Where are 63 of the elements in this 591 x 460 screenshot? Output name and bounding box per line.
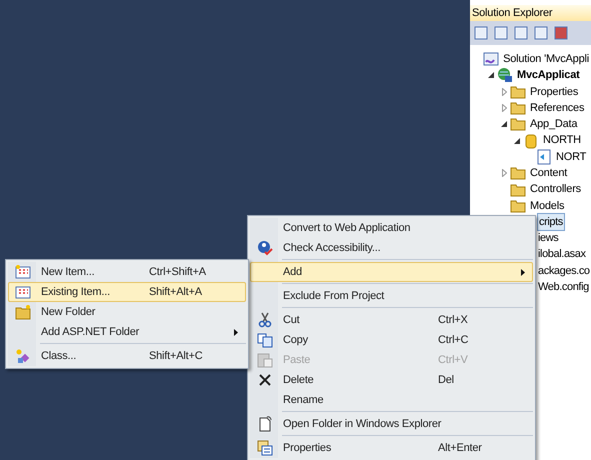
tree-item[interactable]: NORTH [541,131,583,150]
menu-item[interactable]: Check Accessibility... [250,238,533,258]
accessibility-icon [257,240,273,256]
folder-icon [510,116,526,132]
toolbar-icon[interactable] [534,26,548,40]
folder-icon [510,198,526,214]
toolbar-icon[interactable] [494,26,508,40]
menu-item[interactable]: Class... Shift+Alt+C [8,346,246,366]
tree-item[interactable]: Models [528,196,566,216]
copy-icon [257,332,273,348]
submenu-arrow-icon [521,268,525,276]
panel-title: Solution Explorer [470,5,591,21]
tree-item[interactable]: Web.config [537,279,590,296]
class-icon [15,348,31,364]
menu-item[interactable]: Add ASP.NET Folder [8,322,246,342]
menu-item[interactable]: Convert to Web Application [250,218,533,238]
toolbar-icon[interactable] [554,26,568,40]
document-icon [257,416,273,432]
menu-item[interactable]: Existing Item... Shift+Alt+A [8,282,246,302]
folder-icon [510,165,526,182]
menu-item[interactable]: Cut Ctrl+X [250,310,533,330]
submenu-arrow-icon [234,328,238,336]
menu-item[interactable]: Properties Alt+Enter [250,438,533,458]
expanded-arrow-icon[interactable] [514,138,520,144]
tree-item[interactable]: cripts [537,212,565,232]
menu-item[interactable]: Copy Ctrl+C [250,330,533,350]
tree-item[interactable]: Properties [528,82,580,101]
tree-item[interactable]: ilobal.asax [537,246,587,263]
collapsed-arrow-icon[interactable] [502,169,506,178]
clipboard-icon [257,352,273,368]
toolbar-icon[interactable] [514,26,528,40]
tree-item[interactable]: MvcApplicat [515,66,582,85]
database-icon [523,132,539,149]
tree-item[interactable]: References [528,98,586,118]
tree-item[interactable]: Controllers [528,180,583,199]
properties-icon [257,440,273,456]
solution-icon [483,51,500,68]
folder-icon [15,304,31,320]
menu-item[interactable]: New Item... Ctrl+Shift+A [8,262,246,282]
tree-item[interactable]: Solution 'MvcAppli [501,50,591,68]
grid-icon [15,284,31,300]
data-file-icon [536,148,552,165]
folder-icon [510,84,526,100]
menu-item[interactable]: Delete Del [250,370,533,390]
tree-item[interactable]: Content [528,164,570,182]
toolbar-icon[interactable] [474,26,488,40]
menu-item[interactable]: Exclude From Project [250,286,533,306]
expanded-arrow-icon[interactable] [501,121,507,128]
folder-icon [510,100,526,116]
grid-icon [15,264,31,280]
menu-item[interactable]: Rename [250,390,533,410]
menu-item[interactable]: Open Folder in Windows Explorer [250,414,533,434]
menu-item[interactable]: New Folder [8,302,246,322]
close-icon [257,372,273,388]
menu-item[interactable]: Add [250,262,533,282]
tree-item[interactable]: iews [537,230,560,247]
folder-icon [510,182,526,198]
globe-icon [497,67,513,84]
scissors-icon [257,312,273,328]
tree-item[interactable]: App_Data [528,115,580,134]
tree-item[interactable]: NORT [554,148,588,166]
tree-item[interactable]: ackages.co [537,262,591,280]
expanded-arrow-icon[interactable] [488,72,494,78]
